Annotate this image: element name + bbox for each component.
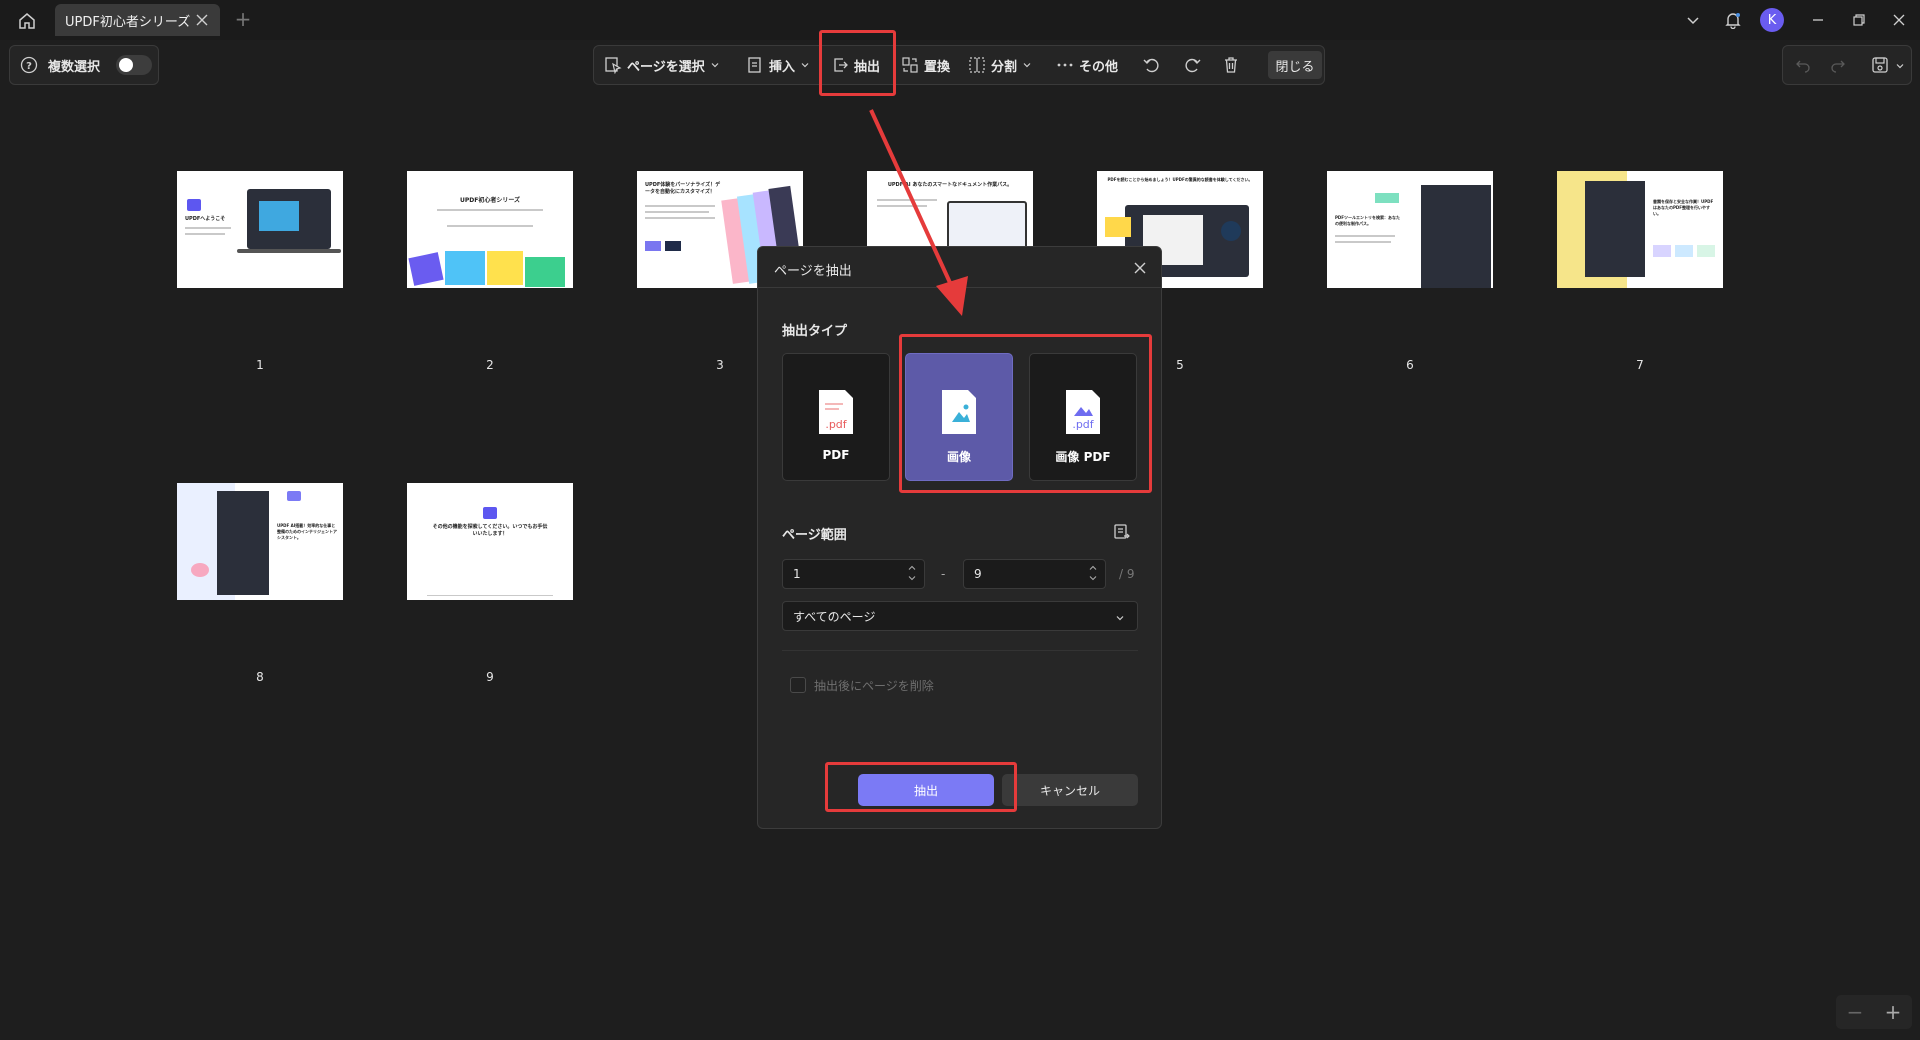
annotation-arrow — [869, 109, 968, 316]
zoom-out-button[interactable]: − — [1847, 1000, 1864, 1024]
zoom-control: − + — [1836, 995, 1912, 1029]
zoom-in-button[interactable]: + — [1885, 1000, 1902, 1024]
